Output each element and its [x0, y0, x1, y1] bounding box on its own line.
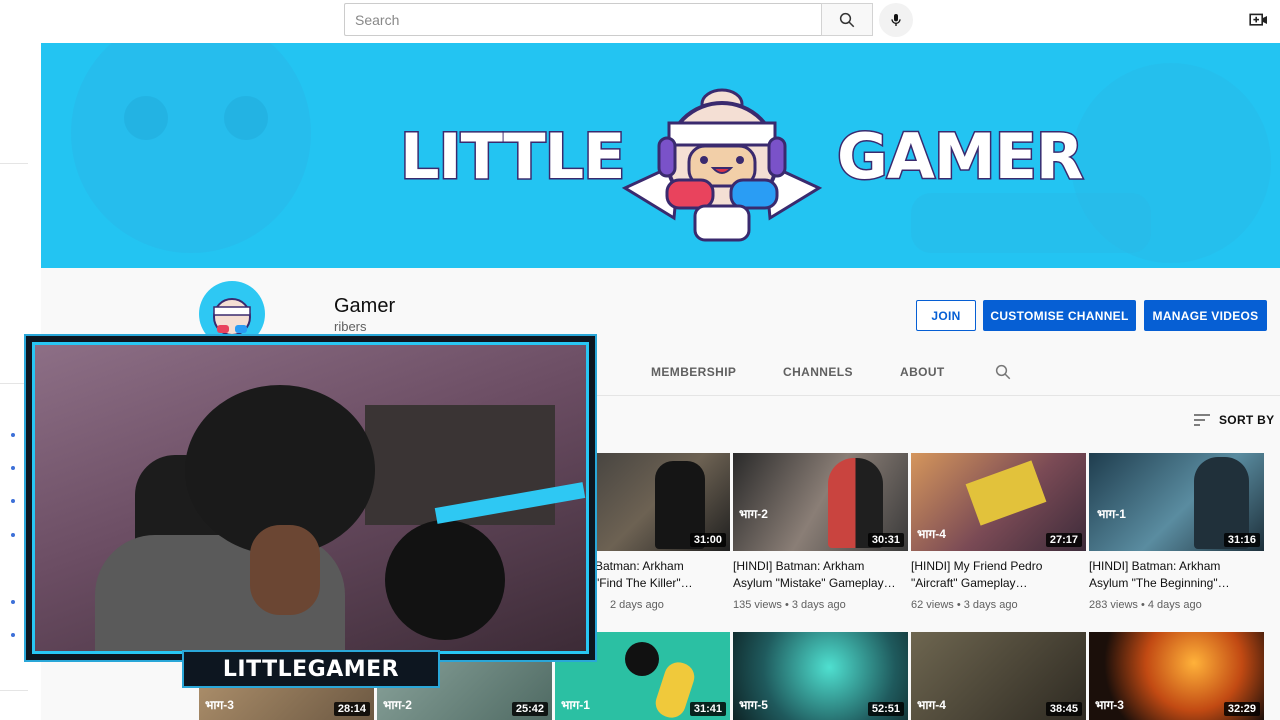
channel-name: Gamer — [334, 295, 396, 317]
banner-word-left: LITTLE — [398, 119, 626, 195]
video-camera-plus-icon — [1249, 13, 1267, 26]
customise-channel-button[interactable]: CUSTOMISE CHANNEL — [983, 300, 1136, 331]
part-badge: भाग-2 — [739, 507, 768, 521]
video-thumbnail[interactable]: भाग-2 30:31 — [733, 453, 908, 551]
webcam-feed — [32, 342, 589, 654]
search-box[interactable] — [344, 3, 822, 36]
sidebar-item[interactable] — [11, 600, 15, 604]
channel-search-button[interactable] — [994, 363, 1012, 386]
webcam-microphone — [385, 520, 505, 640]
video-meta: 135 views • 3 days ago — [733, 599, 846, 611]
sidebar-item[interactable] — [11, 499, 15, 503]
manage-videos-button[interactable]: MANAGE VIDEOS — [1144, 300, 1267, 331]
video-duration: 38:45 — [1045, 702, 1082, 716]
voice-search-button[interactable] — [879, 3, 913, 37]
sort-lines-icon — [1194, 414, 1210, 426]
video-duration: 27:17 — [1045, 533, 1082, 547]
webcam-person-hands — [250, 525, 320, 615]
search-button[interactable] — [821, 3, 873, 36]
video-duration: 31:41 — [689, 702, 726, 716]
video-duration: 25:42 — [511, 702, 548, 716]
sidebar-item[interactable] — [11, 466, 15, 470]
part-badge: भाग-3 — [205, 698, 234, 712]
video-duration: 31:00 — [689, 533, 726, 547]
video-duration: 31:16 — [1223, 533, 1260, 547]
thumbnail-figure — [625, 642, 659, 676]
thumbnail-figure — [965, 460, 1047, 526]
webcam-name-tag: LITTLEGAMER — [182, 650, 440, 688]
banner-word-right: GAMER — [836, 119, 1086, 195]
video-meta: 62 views • 3 days ago — [911, 599, 1018, 611]
video-duration: 30:31 — [867, 533, 904, 547]
tab-channels[interactable]: CHANNELS — [783, 365, 853, 379]
join-button[interactable]: JOIN — [916, 300, 976, 331]
mic-icon — [891, 14, 901, 26]
part-badge: भाग-5 — [739, 698, 768, 712]
video-title[interactable]: [HINDI] Batman: Arkham Asylum "Mistake" G… — [733, 558, 908, 592]
sort-by-label: SORT BY — [1219, 413, 1275, 427]
sidebar-item[interactable] — [11, 533, 15, 537]
create-button[interactable] — [1248, 9, 1270, 31]
video-thumbnail[interactable]: भाग-1 31:16 — [1089, 453, 1264, 551]
search-icon — [995, 364, 1011, 380]
video-thumbnail[interactable]: भाग-5 52:51 — [733, 632, 908, 720]
part-badge: भाग-4 — [917, 698, 946, 712]
video-title[interactable]: [HINDI] My Friend Pedro "Aircraft" Gamepl… — [911, 558, 1086, 592]
part-badge: भाग-1 — [1097, 507, 1126, 521]
video-duration: 52:51 — [867, 702, 904, 716]
sidebar-divider — [0, 163, 28, 164]
tab-membership[interactable]: MEMBERSHIP — [651, 365, 736, 379]
video-duration: 28:14 — [333, 702, 370, 716]
search-input[interactable] — [345, 4, 822, 35]
video-meta: 2 days ago — [610, 599, 664, 611]
video-thumbnail[interactable]: भाग-4 38:45 — [911, 632, 1086, 720]
subscriber-count: ribers — [334, 319, 367, 334]
part-badge: भाग-2 — [383, 698, 412, 712]
sidebar-item[interactable] — [11, 433, 15, 437]
mascot-logo — [621, 88, 823, 242]
part-badge: भाग-4 — [917, 527, 946, 541]
video-title[interactable]: [HINDI] Batman: Arkham Asylum "The Beginn… — [1089, 558, 1264, 592]
video-duration: 32:29 — [1223, 702, 1260, 716]
part-badge: भाग-3 — [1095, 698, 1124, 712]
video-title[interactable]: Batman: Arkham "Find The Killer"… — [595, 558, 730, 592]
video-thumbnail[interactable]: भाग-3 32:29 — [1089, 632, 1264, 720]
part-badge: भाग-1 — [561, 698, 590, 712]
sort-by-button[interactable]: SORT BY — [1193, 413, 1274, 427]
sidebar-divider — [0, 690, 28, 691]
search-icon — [839, 12, 855, 27]
channel-banner: LITTLE GAMER — [41, 43, 1280, 268]
sidebar-item[interactable] — [11, 633, 15, 637]
video-meta: 283 views • 4 days ago — [1089, 599, 1202, 611]
video-thumbnail[interactable]: भाग-4 27:17 — [911, 453, 1086, 551]
tab-about[interactable]: ABOUT — [900, 365, 945, 379]
